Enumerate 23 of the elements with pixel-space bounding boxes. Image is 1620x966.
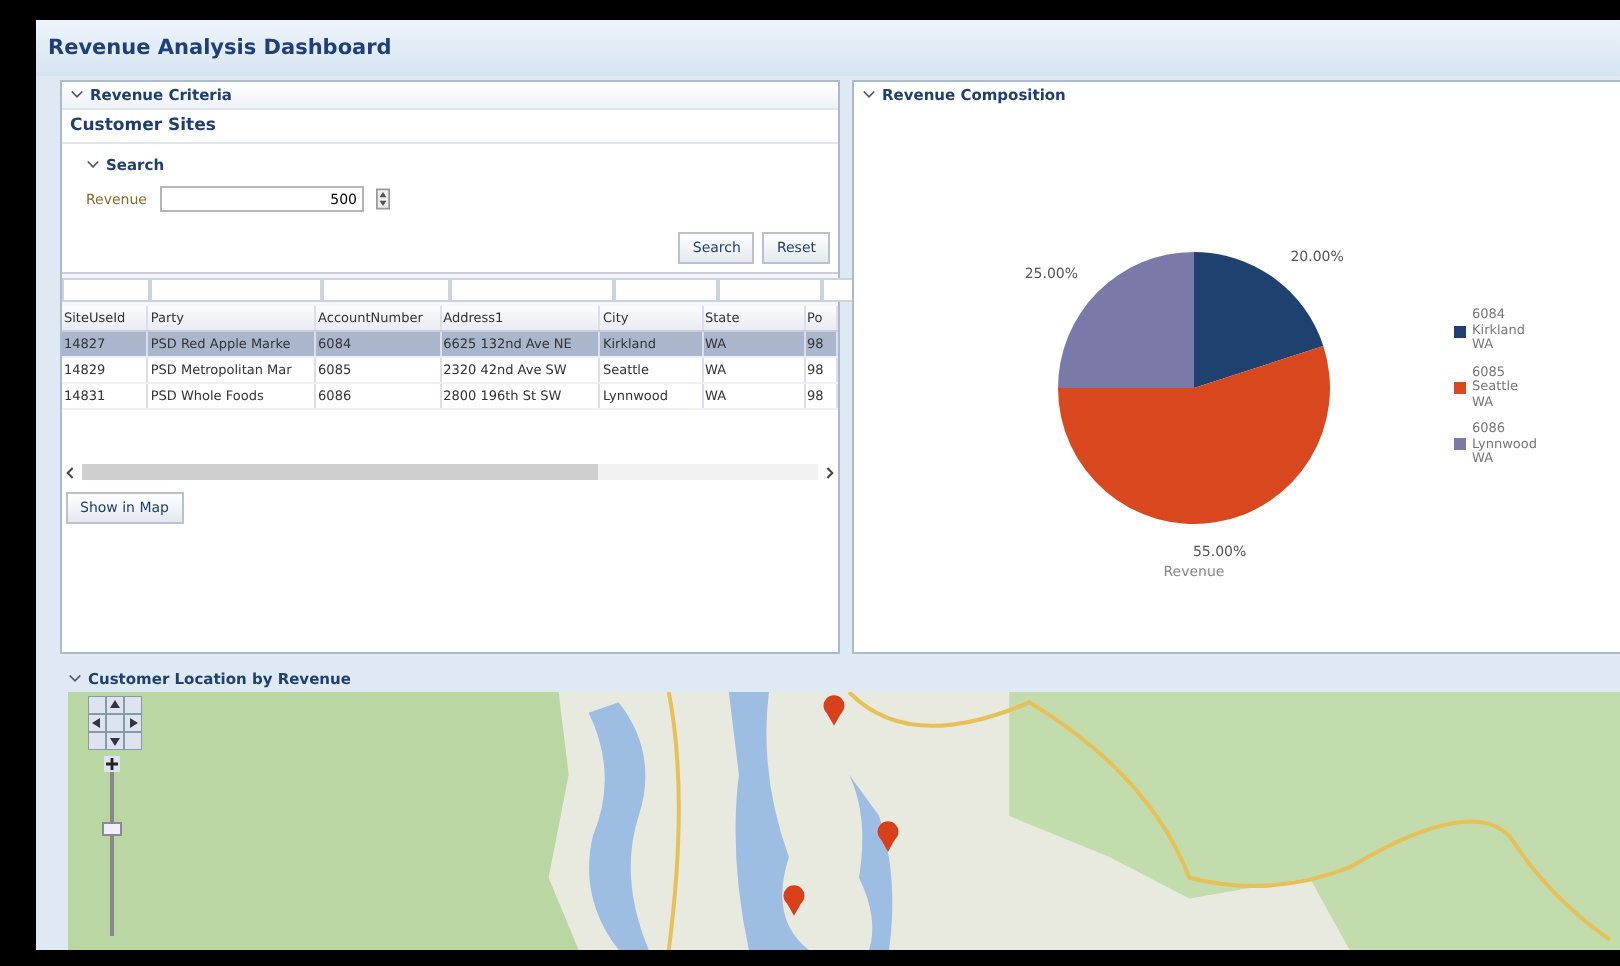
map-pin-icon[interactable] [820,692,848,728]
page-title: Revenue Analysis Dashboard [48,36,392,60]
filter-field[interactable] [62,278,150,302]
map-pin-icon[interactable] [874,818,902,854]
collapse-icon[interactable] [68,671,82,685]
collapse-icon[interactable] [70,88,84,102]
filter-field[interactable] [150,278,322,302]
spinner-icon[interactable] [375,188,389,210]
filter-field[interactable] [450,278,614,302]
filter-field[interactable] [718,278,822,302]
filter-field[interactable] [322,278,450,302]
zoom-in-icon[interactable] [104,756,120,772]
collapse-icon[interactable] [862,88,876,102]
horizontal-scrollbar[interactable] [62,462,838,482]
pan-control-icon[interactable] [88,696,142,750]
filter-field[interactable] [614,278,718,302]
map-pin-icon[interactable] [780,882,808,918]
zoom-slider[interactable] [102,756,122,936]
scroll-left-icon[interactable] [66,465,76,479]
scroll-right-icon[interactable] [824,465,834,479]
collapse-icon[interactable] [86,158,100,172]
section-title: Customer Sites [62,110,838,144]
filter-field[interactable] [822,278,854,302]
